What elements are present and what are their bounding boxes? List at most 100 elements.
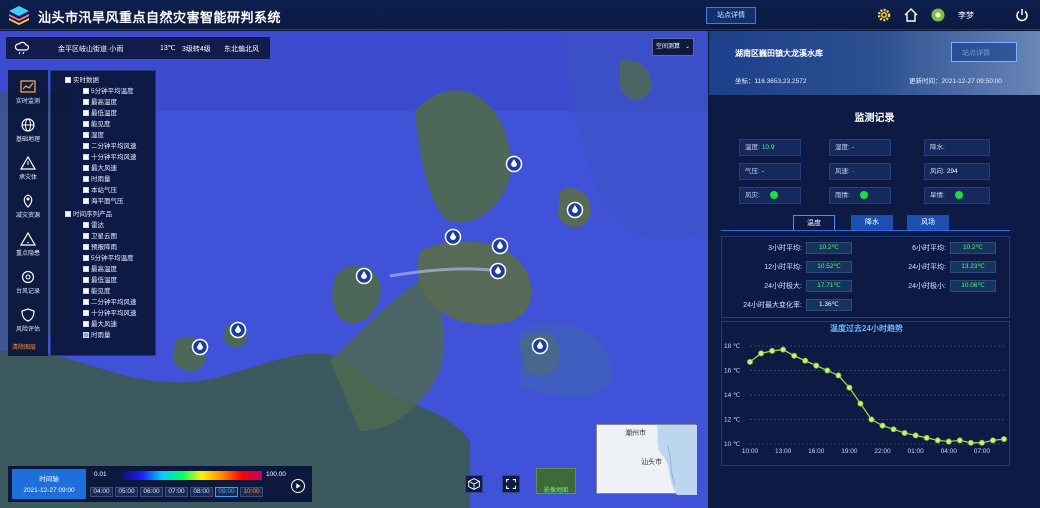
station-pin-icon[interactable] bbox=[444, 228, 462, 248]
data-point bbox=[967, 439, 974, 446]
station-pin-icon[interactable] bbox=[489, 262, 507, 282]
data-point bbox=[758, 350, 765, 357]
x-tick-label: 07:00 bbox=[974, 448, 991, 455]
tab-temperature[interactable]: 温度 bbox=[793, 215, 835, 230]
nav-item-realtime[interactable]: 实时监测 bbox=[8, 76, 48, 116]
layer-item[interactable]: 能见度 bbox=[83, 287, 111, 296]
tab-rain[interactable]: 降水 bbox=[851, 215, 893, 230]
layer-item[interactable]: 十分钟平均风速 bbox=[83, 309, 137, 318]
weather-wind-level: 3级转4级 bbox=[182, 46, 211, 53]
clear-layers-button[interactable]: 清除图层 bbox=[12, 342, 36, 351]
layer-item[interactable]: 5分钟平均温度 bbox=[83, 254, 134, 263]
station-detail-button[interactable]: 站点详情 bbox=[706, 7, 756, 24]
layer-item[interactable]: 本站气压 bbox=[83, 186, 117, 195]
layer-item[interactable]: 二分钟平均风速 bbox=[83, 298, 137, 307]
status-ok-icon bbox=[769, 191, 778, 199]
layer-item[interactable]: 十分钟平均风速 bbox=[83, 153, 137, 162]
minimap-city: 潮州市 bbox=[625, 430, 646, 437]
time-slot-active[interactable]: 09:00 bbox=[215, 487, 238, 497]
overview-minimap[interactable]: 潮州市 汕头市 bbox=[596, 424, 697, 495]
data-point bbox=[1000, 436, 1007, 443]
layer-item[interactable]: 能见度 bbox=[83, 120, 111, 129]
layer-item[interactable]: 最低温度 bbox=[83, 276, 117, 285]
station-pin-icon[interactable] bbox=[566, 201, 584, 221]
app-title: 汕头市汛旱风重点自然灾害智能研判系统 bbox=[38, 10, 282, 25]
weather-bar: 金平区岐山街道·小雨 13℃ 3级转4级 东北偏北风 bbox=[6, 37, 270, 59]
status-ok-icon bbox=[954, 191, 963, 199]
layer-item[interactable]: 卫星云图 bbox=[83, 232, 117, 241]
nav-item-hazard-bearer[interactable]: 承灾体 bbox=[8, 152, 48, 192]
power-icon[interactable] bbox=[1014, 7, 1030, 23]
image-map-button[interactable]: 影像地图 bbox=[536, 468, 576, 494]
chart-title: 温度过去24小时趋势 bbox=[830, 324, 903, 333]
temp-cell: 温度: 10.9 bbox=[739, 139, 801, 156]
play-button[interactable] bbox=[291, 479, 305, 493]
time-slot[interactable]: 06:00 bbox=[140, 487, 163, 497]
layer-item[interactable]: 时雨量 bbox=[83, 331, 111, 340]
time-slot[interactable]: 05:00 bbox=[115, 487, 138, 497]
layer-item[interactable]: 最低温度 bbox=[83, 109, 117, 118]
weather-temp: 13℃ bbox=[160, 45, 176, 52]
station-pin-icon[interactable] bbox=[505, 155, 523, 175]
tab-wind[interactable]: 风场 bbox=[907, 215, 949, 230]
data-point bbox=[890, 426, 897, 433]
layer-group-realtime[interactable]: 实时数据 bbox=[65, 76, 99, 85]
layer-item[interactable]: 雷达 bbox=[83, 221, 104, 230]
layer-item[interactable]: 最大风速 bbox=[83, 164, 117, 173]
nav-label: 实时监测 bbox=[15, 99, 40, 105]
layer-group-timeseries[interactable]: 时间序列产品 bbox=[65, 210, 112, 219]
data-point bbox=[780, 346, 787, 353]
time-slot[interactable]: 07:00 bbox=[165, 487, 188, 497]
data-point bbox=[879, 422, 886, 429]
station-pin-icon[interactable] bbox=[229, 321, 247, 341]
weather-wind-direction: 东北偏北风 bbox=[224, 46, 259, 53]
app-logo-icon bbox=[9, 6, 29, 25]
data-point bbox=[835, 372, 842, 379]
stat-label: 24小时平均: bbox=[908, 264, 946, 271]
layer-item[interactable]: 二分钟平均风速 bbox=[83, 142, 137, 151]
home-icon[interactable] bbox=[903, 7, 919, 23]
spatial-measure-dropdown[interactable]: 空间测算 ⌄ bbox=[652, 38, 694, 56]
station-pin-icon[interactable] bbox=[191, 338, 209, 358]
station-pin-icon[interactable] bbox=[531, 337, 549, 357]
data-point bbox=[813, 362, 820, 369]
nav-item-geography[interactable]: 基础地理 bbox=[8, 114, 48, 154]
fullscreen-icon[interactable] bbox=[502, 475, 520, 493]
layer-item[interactable]: 预报降雨 bbox=[83, 243, 117, 252]
station-pin-icon[interactable] bbox=[355, 267, 373, 287]
layer-item[interactable]: 5分钟平均温度 bbox=[83, 87, 134, 96]
checkbox[interactable] bbox=[65, 77, 71, 83]
avatar[interactable] bbox=[930, 7, 946, 23]
checkbox[interactable] bbox=[65, 211, 71, 217]
layer-item[interactable]: 最大风速 bbox=[83, 320, 117, 329]
nav-item-key-hazards[interactable]: 重点隐患 bbox=[8, 228, 48, 268]
settings-icon[interactable] bbox=[876, 7, 892, 23]
left-nav: 实时监测 基础地理 承灾体 减灾资源 重点隐患 台风记录 风险评估 清除图层 bbox=[8, 70, 48, 356]
layer-item[interactable]: 最高温度 bbox=[83, 98, 117, 107]
data-point bbox=[802, 357, 809, 364]
data-point bbox=[857, 400, 864, 407]
time-slot[interactable]: 04:00 bbox=[90, 487, 113, 497]
layer-item[interactable]: 湿度 bbox=[83, 131, 104, 140]
pressure-cell: 气压: - bbox=[739, 163, 801, 180]
data-point bbox=[824, 367, 831, 374]
nav-item-risk[interactable]: 风险评估 bbox=[8, 304, 48, 344]
y-tick-label: 18 ℃ bbox=[724, 343, 741, 350]
y-tick-label: 12 ℃ bbox=[724, 417, 741, 424]
layer-item[interactable]: 最高温度 bbox=[83, 265, 117, 274]
wind-speed-cell: 风速: - bbox=[829, 163, 891, 180]
nav-item-resources[interactable]: 减灾资源 bbox=[8, 190, 48, 230]
layer-item[interactable]: 时雨量 bbox=[83, 175, 111, 184]
station-pin-icon[interactable] bbox=[491, 237, 509, 257]
checkbox-checked[interactable] bbox=[83, 332, 89, 338]
station-detail-link[interactable]: 站点详情 bbox=[951, 42, 1017, 62]
3d-cube-icon[interactable] bbox=[465, 475, 483, 493]
time-slot[interactable]: 08:00 bbox=[190, 487, 213, 497]
data-point bbox=[923, 434, 930, 441]
layer-item[interactable]: 海平面气压 bbox=[83, 197, 124, 206]
data-point bbox=[978, 439, 985, 446]
chevron-down-icon: ⌄ bbox=[684, 44, 690, 50]
time-slot[interactable]: 10:00 bbox=[240, 487, 263, 497]
station-update-time: 更新时间：2021-12-27 09:50:00 bbox=[909, 78, 1002, 85]
nav-item-typhoon[interactable]: 台风记录 bbox=[8, 266, 48, 306]
